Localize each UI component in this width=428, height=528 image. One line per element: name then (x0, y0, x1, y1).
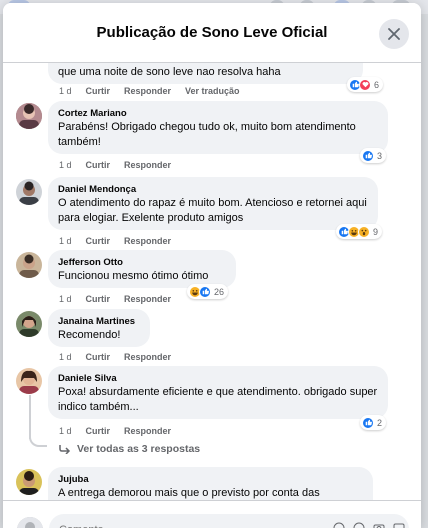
reaction-summary[interactable]: 26 (187, 284, 229, 299)
current-user-avatar (17, 517, 43, 528)
comment-bubble: Jujuba A entrega demorou mais que o prev… (48, 467, 373, 500)
reaction-summary[interactable]: 2 (360, 415, 387, 430)
reply-link[interactable]: Responder (124, 159, 171, 171)
comment-actions: 1 d Curtir Responder (59, 351, 171, 363)
comment-composer (3, 500, 421, 528)
reaction-count: 3 (377, 150, 383, 161)
reply-link[interactable]: Responder (124, 85, 171, 97)
comment-text: Recomendo! (58, 329, 121, 341)
comment-bubble: Cortez Mariano Parabéns! Obrigado chegou… (48, 101, 388, 154)
comment-text: A entrega demorou mais que o previsto po… (58, 487, 320, 499)
reaction-summary[interactable]: 9 (336, 224, 383, 239)
comment-bubble: Daniele Silva Poxa! absurdamente eficien… (48, 366, 388, 419)
comment-actions: 1 d Curtir Responder (59, 159, 171, 171)
like-link[interactable]: Curtir (86, 85, 111, 97)
like-icon (362, 416, 374, 429)
avatar[interactable] (16, 311, 42, 337)
comment-time[interactable]: 1 d (59, 85, 72, 97)
avatar[interactable] (16, 469, 42, 495)
avatar[interactable] (16, 103, 42, 129)
comment-author[interactable]: Janaina Martines (58, 315, 140, 328)
avatar[interactable] (16, 179, 42, 205)
emoji-icon[interactable] (353, 521, 365, 528)
reaction-count: 6 (374, 79, 380, 90)
reply-arrow-icon (59, 445, 71, 454)
thread-connector (29, 433, 47, 447)
comment-author[interactable]: Cortez Mariano (58, 107, 378, 120)
avatar[interactable] (16, 252, 42, 278)
translate-link[interactable]: Ver tradução (185, 85, 240, 97)
like-link[interactable]: Curtir (86, 351, 111, 363)
comment-bubble: que uma noite de sono leve nao resolva h… (48, 63, 363, 84)
comment-actions: 1 d Curtir Responder (59, 293, 171, 305)
reply-link[interactable]: Responder (124, 293, 171, 305)
comments-feed[interactable]: que uma noite de sono leve nao resolva h… (3, 63, 421, 500)
comment-text: Poxa! absurdamente eficiente e que atend… (58, 386, 378, 413)
modal-header: Publicação de Sono Leve Oficial (3, 3, 421, 63)
comment-bubble: Janaina Martines Recomendo! (48, 309, 150, 347)
comment-actions: 1 d Curtir Responder (59, 235, 171, 247)
gif-icon[interactable] (393, 521, 405, 528)
scrollbar[interactable] (417, 65, 421, 495)
camera-icon[interactable] (373, 521, 385, 528)
comment-author[interactable]: Daniele Silva (58, 372, 378, 385)
comment-text: Parabéns! Obrigado chegou tudo ok, muito… (58, 121, 356, 148)
comment-text: que uma noite de sono leve nao resolva h… (58, 66, 281, 78)
view-replies-link[interactable]: Ver todas as 3 respostas (59, 443, 200, 455)
comment-actions: 1 d Curtir Responder (59, 425, 171, 437)
like-link[interactable]: Curtir (86, 159, 111, 171)
comment-time[interactable]: 1 d (59, 293, 72, 305)
close-button[interactable] (379, 19, 409, 49)
modal-title: Publicação de Sono Leve Oficial (96, 24, 328, 41)
comment-bubble: Jefferson Otto Funcionou mesmo ótimo óti… (48, 250, 236, 288)
comment-author[interactable]: Daniel Mendonça (58, 183, 368, 196)
avatar[interactable] (16, 368, 42, 394)
reply-link[interactable]: Responder (124, 425, 171, 437)
reaction-count: 2 (377, 417, 383, 428)
comment-text: O atendimento do rapaz é muito bom. Aten… (58, 197, 367, 224)
comment-actions: 1 d Curtir Responder Ver tradução (59, 85, 240, 97)
avatar-sticker-icon[interactable] (333, 521, 345, 528)
comment-author[interactable]: Jefferson Otto (58, 256, 226, 269)
comment-author[interactable]: Jujuba (58, 473, 363, 486)
view-replies-label: Ver todas as 3 respostas (77, 443, 201, 455)
like-icon (362, 149, 374, 162)
like-link[interactable]: Curtir (86, 293, 111, 305)
comment-bubble: Daniel Mendonça O atendimento do rapaz é… (48, 177, 378, 230)
love-icon (359, 78, 371, 91)
composer-tools (333, 521, 405, 528)
reply-link[interactable]: Responder (124, 235, 171, 247)
reaction-count: 9 (373, 226, 379, 237)
comment-time[interactable]: 1 d (59, 351, 72, 363)
like-icon (199, 285, 211, 298)
wow-icon (358, 225, 370, 238)
reaction-summary[interactable]: 6 (347, 77, 384, 92)
reaction-summary[interactable]: 3 (360, 148, 387, 163)
comment-time[interactable]: 1 d (59, 235, 72, 247)
like-link[interactable]: Curtir (86, 425, 111, 437)
comment-time[interactable]: 1 d (59, 159, 72, 171)
comment-text: Funcionou mesmo ótimo ótimo (58, 270, 209, 282)
comment-time[interactable]: 1 d (59, 425, 72, 437)
reply-link[interactable]: Responder (124, 351, 171, 363)
post-modal: Publicação de Sono Leve Oficial que uma … (3, 3, 421, 528)
reaction-count: 26 (214, 286, 225, 297)
like-link[interactable]: Curtir (86, 235, 111, 247)
close-icon (388, 28, 400, 40)
